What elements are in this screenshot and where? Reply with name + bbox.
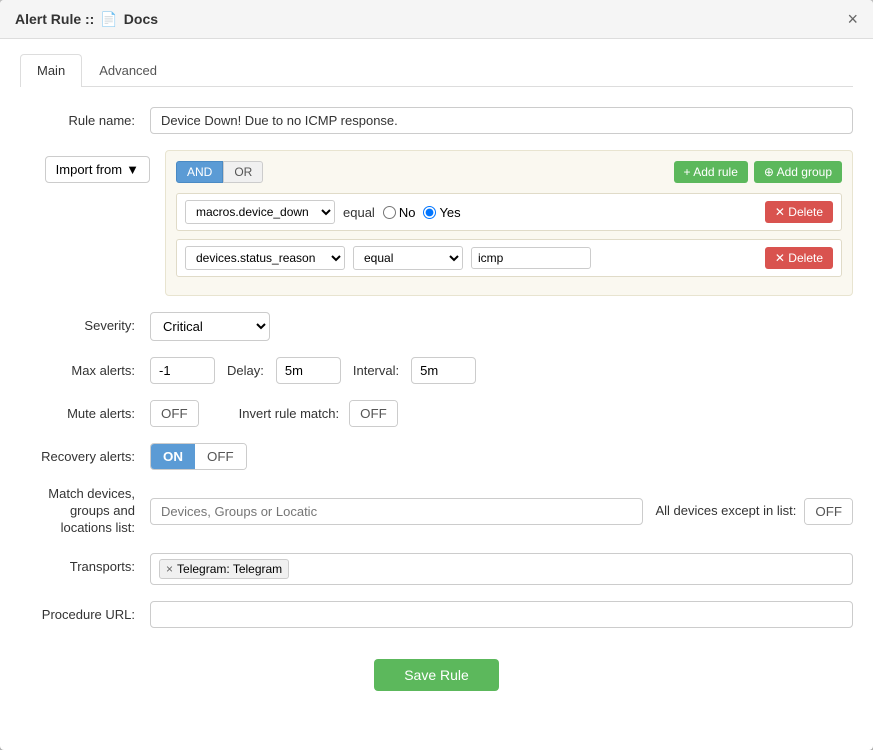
all-devices-group: All devices except in list: OFF [655, 498, 853, 525]
rule-name-label: Rule name: [20, 107, 150, 128]
save-rule-button[interactable]: Save Rule [374, 659, 499, 691]
and-or-group: AND OR [176, 161, 263, 183]
max-alerts-label: Max alerts: [20, 357, 150, 378]
invert-group: Invert rule match: OFF [239, 400, 398, 427]
max-alerts-input[interactable] [150, 357, 215, 384]
mute-alerts-label: Mute alerts: [20, 400, 150, 421]
transport-tag-text: Telegram: Telegram [177, 562, 282, 576]
radio-no-text: No [399, 205, 416, 220]
devices-input[interactable] [150, 498, 643, 525]
transports-input[interactable]: × Telegram: Telegram [150, 553, 853, 585]
rule-name-row: Rule name: [20, 107, 853, 134]
import-from-label: Import from [56, 162, 122, 177]
transport-tag: × Telegram: Telegram [159, 559, 289, 579]
all-devices-label: All devices except in list: [655, 503, 796, 520]
operator-select-2[interactable]: equal not equal contains [353, 246, 463, 270]
devices-row: All devices except in list: OFF [150, 498, 853, 525]
title-text: Alert Rule :: [15, 11, 94, 27]
rule-name-input[interactable] [150, 107, 853, 134]
transports-row: Transports: × Telegram: Telegram [20, 553, 853, 585]
radio-yes-input[interactable] [423, 206, 436, 219]
delete-button-2[interactable]: ✕ Delete [765, 247, 833, 269]
delay-label: Delay: [227, 363, 264, 378]
alert-rule-modal: Alert Rule :: 📄 Docs × Main Advanced Rul… [0, 0, 873, 750]
interval-input[interactable] [411, 357, 476, 384]
procedure-url-input[interactable] [150, 601, 853, 628]
mute-toggle: OFF [150, 400, 199, 427]
radio-yes-label[interactable]: Yes [423, 205, 460, 220]
docs-label[interactable]: Docs [124, 11, 158, 27]
radio-no-label[interactable]: No [383, 205, 416, 220]
transport-remove-button[interactable]: × [166, 562, 173, 576]
add-rule-button[interactable]: + Add rule [674, 161, 748, 183]
radio-yes-text: Yes [439, 205, 460, 220]
condition-row-1: macros.device_down equal No Yes ✕ Del [176, 193, 842, 231]
transports-label: Transports: [20, 553, 150, 574]
import-from-button[interactable]: Import from ▼ [45, 156, 150, 183]
radio-group-1: No Yes [383, 205, 461, 220]
close-button[interactable]: × [847, 10, 858, 28]
operator-text-1: equal [343, 205, 375, 220]
match-devices-label: Match devices, groups and locations list… [20, 486, 150, 537]
mute-row: Mute alerts: OFF Invert rule match: OFF [20, 400, 853, 427]
delete-button-1[interactable]: ✕ Delete [765, 201, 833, 223]
delay-input[interactable] [276, 357, 341, 384]
inline-fields: Delay: Interval: [150, 357, 476, 384]
add-group-button[interactable]: ⊕ Add group [754, 161, 842, 183]
severity-select[interactable]: Critical High Medium Low Info [150, 312, 270, 341]
import-from-chevron-icon: ▼ [126, 162, 139, 177]
mute-toggle-button[interactable]: OFF [151, 401, 198, 426]
invert-rule-label: Invert rule match: [239, 406, 339, 421]
tabs: Main Advanced [20, 54, 853, 87]
condition-header: AND OR + Add rule ⊕ Add group [176, 161, 842, 183]
macro-select-2[interactable]: devices.status_reason [185, 246, 345, 270]
invert-toggle-button[interactable]: OFF [350, 401, 397, 426]
recovery-alerts-label: Recovery alerts: [20, 443, 150, 464]
recovery-off-button[interactable]: OFF [195, 444, 246, 469]
interval-label: Interval: [353, 363, 399, 378]
procedure-url-label: Procedure URL: [20, 601, 150, 622]
severity-label: Severity: [20, 312, 150, 333]
btn-and[interactable]: AND [176, 161, 223, 183]
max-alerts-row: Max alerts: Delay: Interval: [20, 357, 853, 384]
docs-icon: 📄 [100, 11, 117, 28]
save-section: Save Rule [20, 644, 853, 711]
condition-value-2[interactable] [471, 247, 591, 269]
recovery-row: Recovery alerts: ON OFF [20, 443, 853, 470]
recovery-toggle: ON OFF [150, 443, 247, 470]
condition-row: Import from ▼ AND OR + Add rule ⊕ Add gr… [20, 150, 853, 296]
severity-row: Severity: Critical High Medium Low Info [20, 312, 853, 341]
condition-actions: + Add rule ⊕ Add group [674, 161, 842, 183]
condition-builder: AND OR + Add rule ⊕ Add group macros.dev… [165, 150, 853, 296]
btn-or[interactable]: OR [223, 161, 263, 183]
macro-select-1[interactable]: macros.device_down [185, 200, 335, 224]
all-devices-off-button[interactable]: OFF [805, 499, 852, 524]
modal-title: Alert Rule :: 📄 Docs [15, 11, 158, 28]
recovery-on-button[interactable]: ON [151, 444, 195, 469]
procedure-url-row: Procedure URL: [20, 601, 853, 628]
modal-body: Main Advanced Rule name: Import from ▼ A… [0, 39, 873, 750]
invert-toggle: OFF [349, 400, 398, 427]
mute-invert-group: OFF Invert rule match: OFF [150, 400, 398, 427]
radio-no-input[interactable] [383, 206, 396, 219]
match-devices-row: Match devices, groups and locations list… [20, 486, 853, 537]
tab-main[interactable]: Main [20, 54, 82, 87]
condition-row-2: devices.status_reason equal not equal co… [176, 239, 842, 277]
modal-header: Alert Rule :: 📄 Docs × [0, 0, 873, 39]
all-devices-toggle: OFF [804, 498, 853, 525]
tab-advanced[interactable]: Advanced [82, 54, 174, 86]
